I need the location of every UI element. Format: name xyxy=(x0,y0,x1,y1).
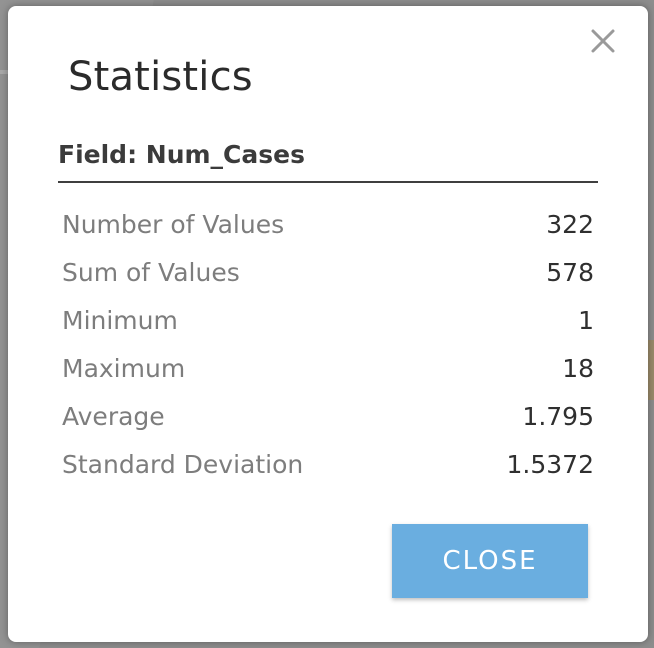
dialog-title: Statistics xyxy=(68,54,253,100)
stat-label: Sum of Values xyxy=(62,257,240,287)
stat-value: 1.5372 xyxy=(506,449,594,479)
stat-label: Standard Deviation xyxy=(62,449,304,479)
stat-label: Minimum xyxy=(62,305,178,335)
stat-row-standard-deviation: Standard Deviation 1.5372 xyxy=(62,440,594,488)
close-button[interactable]: CLOSE xyxy=(392,524,588,598)
statistics-dialog: Statistics Field: Num_Cases Number of Va… xyxy=(8,6,648,642)
stat-row-number-of-values: Number of Values 322 xyxy=(62,200,594,248)
stat-value: 1.795 xyxy=(522,401,594,431)
close-icon-svg xyxy=(591,29,615,53)
stat-row-maximum: Maximum 18 xyxy=(62,344,594,392)
stat-value: 322 xyxy=(546,209,594,239)
stat-row-sum-of-values: Sum of Values 578 xyxy=(62,248,594,296)
close-icon[interactable] xyxy=(588,26,618,56)
stat-value: 578 xyxy=(546,257,594,287)
stat-label: Maximum xyxy=(62,353,186,383)
stat-label: Average xyxy=(62,401,165,431)
field-name-heading: Field: Num_Cases xyxy=(58,140,598,183)
stat-value: 18 xyxy=(562,353,594,383)
stat-row-minimum: Minimum 1 xyxy=(62,296,594,344)
stat-value: 1 xyxy=(578,305,594,335)
statistics-list: Number of Values 322 Sum of Values 578 M… xyxy=(62,200,594,488)
stat-label: Number of Values xyxy=(62,209,285,239)
stat-row-average: Average 1.795 xyxy=(62,392,594,440)
